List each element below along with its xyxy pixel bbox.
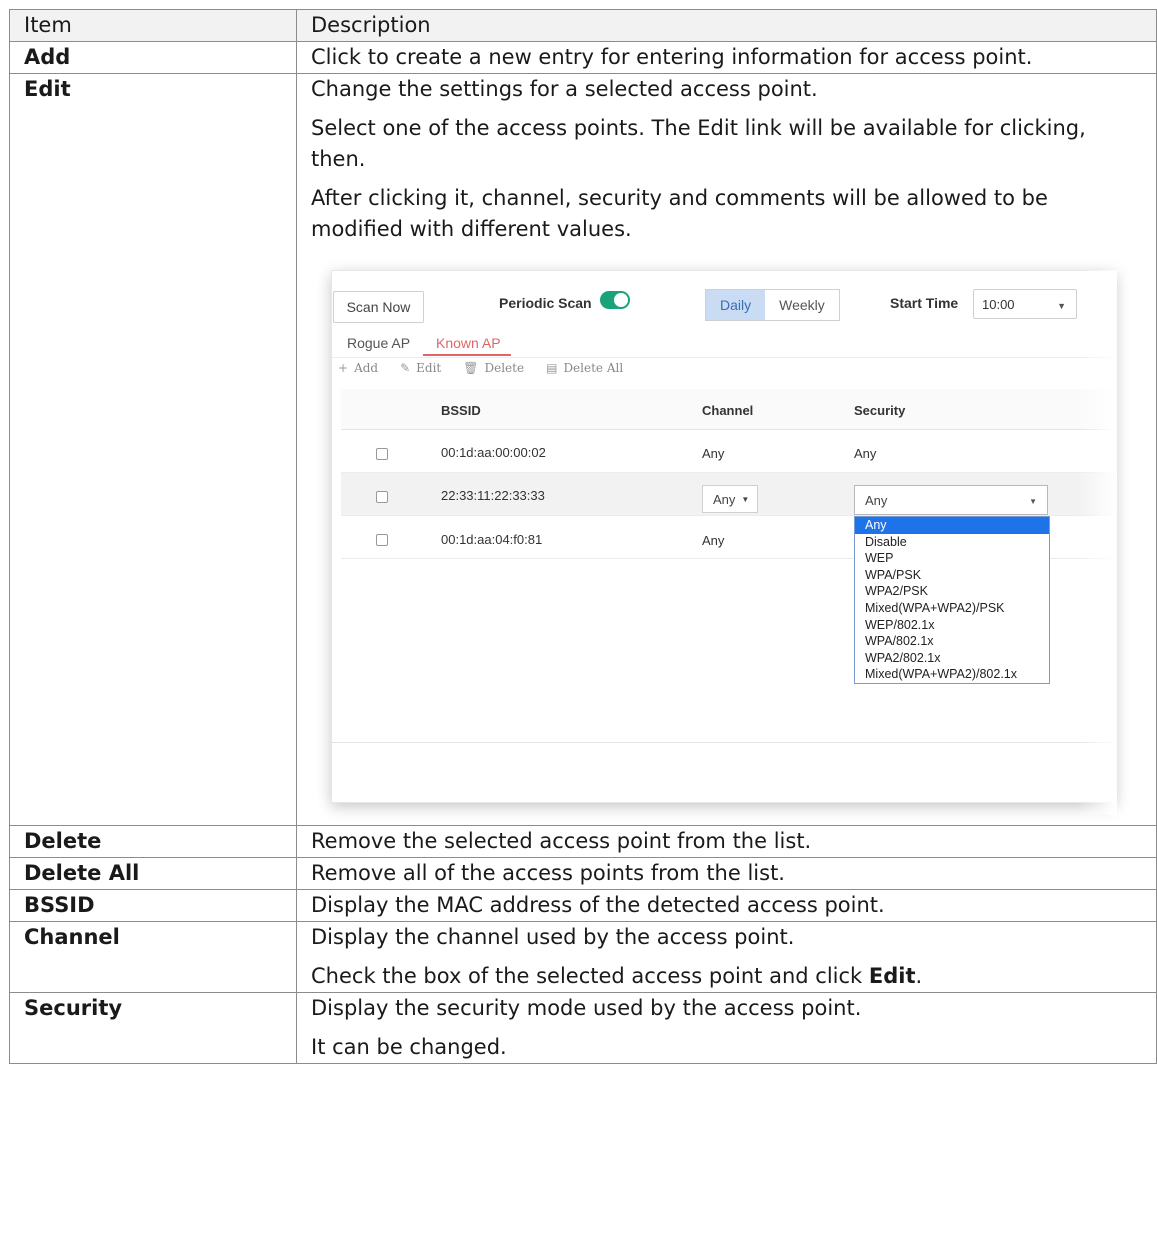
table-row-delete: Delete Remove the selected access point … xyxy=(9,825,1157,858)
description-cell: Click to create a new entry for entering… xyxy=(296,41,1157,74)
channel-paragraph-1: Display the channel used by the access p… xyxy=(311,925,795,949)
screenshot-edge-fade xyxy=(1077,270,1117,815)
item-cell: Security xyxy=(9,992,297,1064)
description-cell: Display the channel used by the access p… xyxy=(296,921,1157,993)
description-cell: Remove all of the access points from the… xyxy=(296,857,1157,890)
header-description-label: Description xyxy=(311,13,431,37)
table-row-edit: Edit Change the settings for a selected … xyxy=(9,73,1157,826)
security-option[interactable]: WEP xyxy=(855,550,1049,567)
security-option[interactable]: WPA/PSK xyxy=(855,567,1049,584)
table-row-add: Add Click to create a new entry for ente… xyxy=(9,41,1157,74)
daily-option[interactable]: Daily xyxy=(706,290,766,320)
row-checkbox[interactable] xyxy=(376,448,388,460)
row-channel: Any xyxy=(702,533,725,548)
tab-rogue-ap[interactable]: Rogue AP xyxy=(347,335,410,351)
panel-footer-divider xyxy=(332,742,1116,743)
security-select[interactable]: Any ▼ xyxy=(854,485,1048,515)
security-option[interactable]: Mixed(WPA+WPA2)/802.1x xyxy=(855,666,1049,683)
row-bssid: 00:1d:aa:04:f0:81 xyxy=(441,532,543,547)
chevron-down-icon: ▼ xyxy=(1029,497,1037,506)
security-dropdown-list: Any Disable WEP WPA/PSK WPA2/PSK Mixed(W… xyxy=(854,516,1050,684)
item-cell: Edit xyxy=(9,73,297,826)
start-time-select[interactable]: 10:00 ▼ xyxy=(973,289,1077,319)
toolbar-delete-all-label: Delete All xyxy=(563,361,624,375)
description-table: Item Description Add Click to create a n… xyxy=(9,9,1157,1064)
weekly-option[interactable]: Weekly xyxy=(765,290,839,320)
security-option[interactable]: WPA/802.1x xyxy=(855,633,1049,650)
column-bssid: BSSID xyxy=(441,403,481,418)
channel-paragraph-2-end: . xyxy=(915,964,923,988)
row-checkbox[interactable] xyxy=(376,491,388,503)
edit-paragraph-1: Change the settings for a selected acces… xyxy=(311,77,818,101)
column-channel: Channel xyxy=(702,403,754,418)
item-cell: Delete xyxy=(9,825,297,858)
toggle-knob xyxy=(614,293,628,307)
description-cell: Remove the selected access point from th… xyxy=(296,825,1157,858)
row-bssid: 00:1d:aa:00:00:02 xyxy=(441,445,546,460)
item-cell: BSSID xyxy=(9,889,297,922)
header-item: Item xyxy=(9,9,297,42)
toolbar-delete-all[interactable]: ▤ Delete All xyxy=(546,361,623,375)
schedule-segmented-control: Daily Weekly xyxy=(705,289,840,321)
row-channel: Any xyxy=(702,446,725,461)
description-cell: Change the settings for a selected acces… xyxy=(296,73,1157,826)
security-option[interactable]: Any xyxy=(855,517,1049,534)
trash-icon: 🗑 xyxy=(463,361,479,375)
toolbar-add-label: Add xyxy=(354,361,379,375)
item-cell: Delete All xyxy=(9,857,297,890)
toolbar-add[interactable]: + Add xyxy=(338,361,378,375)
row-checkbox[interactable] xyxy=(376,534,388,546)
row-security: Any xyxy=(854,446,877,461)
start-time-label: Start Time xyxy=(890,295,959,311)
tab-known-ap[interactable]: Known AP xyxy=(436,335,501,351)
security-paragraph-2: It can be changed. xyxy=(311,1035,507,1059)
header-description: Description xyxy=(296,9,1157,42)
table-row-bssid: BSSID Display the MAC address of the det… xyxy=(9,889,1157,922)
security-paragraph-1: Display the security mode used by the ac… xyxy=(311,996,862,1020)
row-bssid: 22:33:11:22:33:33 xyxy=(441,488,545,503)
table-row-channel: Channel Display the channel used by the … xyxy=(9,921,1157,993)
table-row-delete-all: Delete All Remove all of the access poin… xyxy=(9,857,1157,890)
tab-divider xyxy=(332,357,1116,358)
active-tab-indicator xyxy=(423,354,511,356)
screenshot-panel: Scan Now Periodic Scan Daily Weekly Star… xyxy=(331,270,1116,803)
security-option[interactable]: WEP/802.1x xyxy=(855,617,1049,634)
periodic-scan-toggle[interactable] xyxy=(600,291,630,309)
item-cell: Channel xyxy=(9,921,297,993)
channel-paragraph-2: Check the box of the selected access poi… xyxy=(311,961,1142,992)
item-cell: Add xyxy=(9,41,297,74)
security-option[interactable]: Disable xyxy=(855,534,1049,551)
edit-keyword: Edit xyxy=(868,964,916,988)
description-cell: Display the MAC address of the detected … xyxy=(296,889,1157,922)
channel-paragraph-2-text: Check the box of the selected access poi… xyxy=(311,964,869,988)
known-ap-screenshot: Scan Now Periodic Scan Daily Weekly Star… xyxy=(331,270,1117,815)
channel-select-value: Any xyxy=(713,491,736,507)
start-time-value: 10:00 xyxy=(982,296,1015,312)
table-row-security: Security Display the security mode used … xyxy=(9,992,1157,1064)
edit-paragraph-2: Select one of the access points. The Edi… xyxy=(311,116,1086,171)
toolbar-edit[interactable]: ✎ Edit xyxy=(400,361,441,375)
edit-paragraph-3: After clicking it, channel, security and… xyxy=(311,186,1048,241)
description-cell: Display the security mode used by the ac… xyxy=(296,992,1157,1064)
plus-icon: + xyxy=(338,361,349,375)
header-item-label: Item xyxy=(24,13,72,37)
scan-now-button[interactable]: Scan Now xyxy=(333,291,424,323)
pencil-icon: ✎ xyxy=(400,361,411,375)
security-select-value: Any xyxy=(865,492,888,508)
toolbar-delete-label: Delete xyxy=(484,361,525,375)
toolbar-delete[interactable]: 🗑 Delete xyxy=(463,361,524,375)
chevron-down-icon: ▼ xyxy=(1057,301,1066,311)
chevron-down-icon: ▼ xyxy=(741,494,750,504)
security-option[interactable]: WPA2/PSK xyxy=(855,583,1049,600)
table-header-row: Item Description xyxy=(9,9,1157,42)
toolbar-edit-label: Edit xyxy=(416,361,442,375)
security-option[interactable]: Mixed(WPA+WPA2)/PSK xyxy=(855,600,1049,617)
document-icon: ▤ xyxy=(546,361,558,375)
periodic-scan-label: Periodic Scan xyxy=(499,295,592,311)
security-option[interactable]: WPA2/802.1x xyxy=(855,650,1049,667)
toolbar: + Add ✎ Edit 🗑 Delete ▤ Delete All xyxy=(338,361,623,375)
channel-select[interactable]: Any ▼ xyxy=(702,485,758,513)
column-security: Security xyxy=(854,403,906,418)
